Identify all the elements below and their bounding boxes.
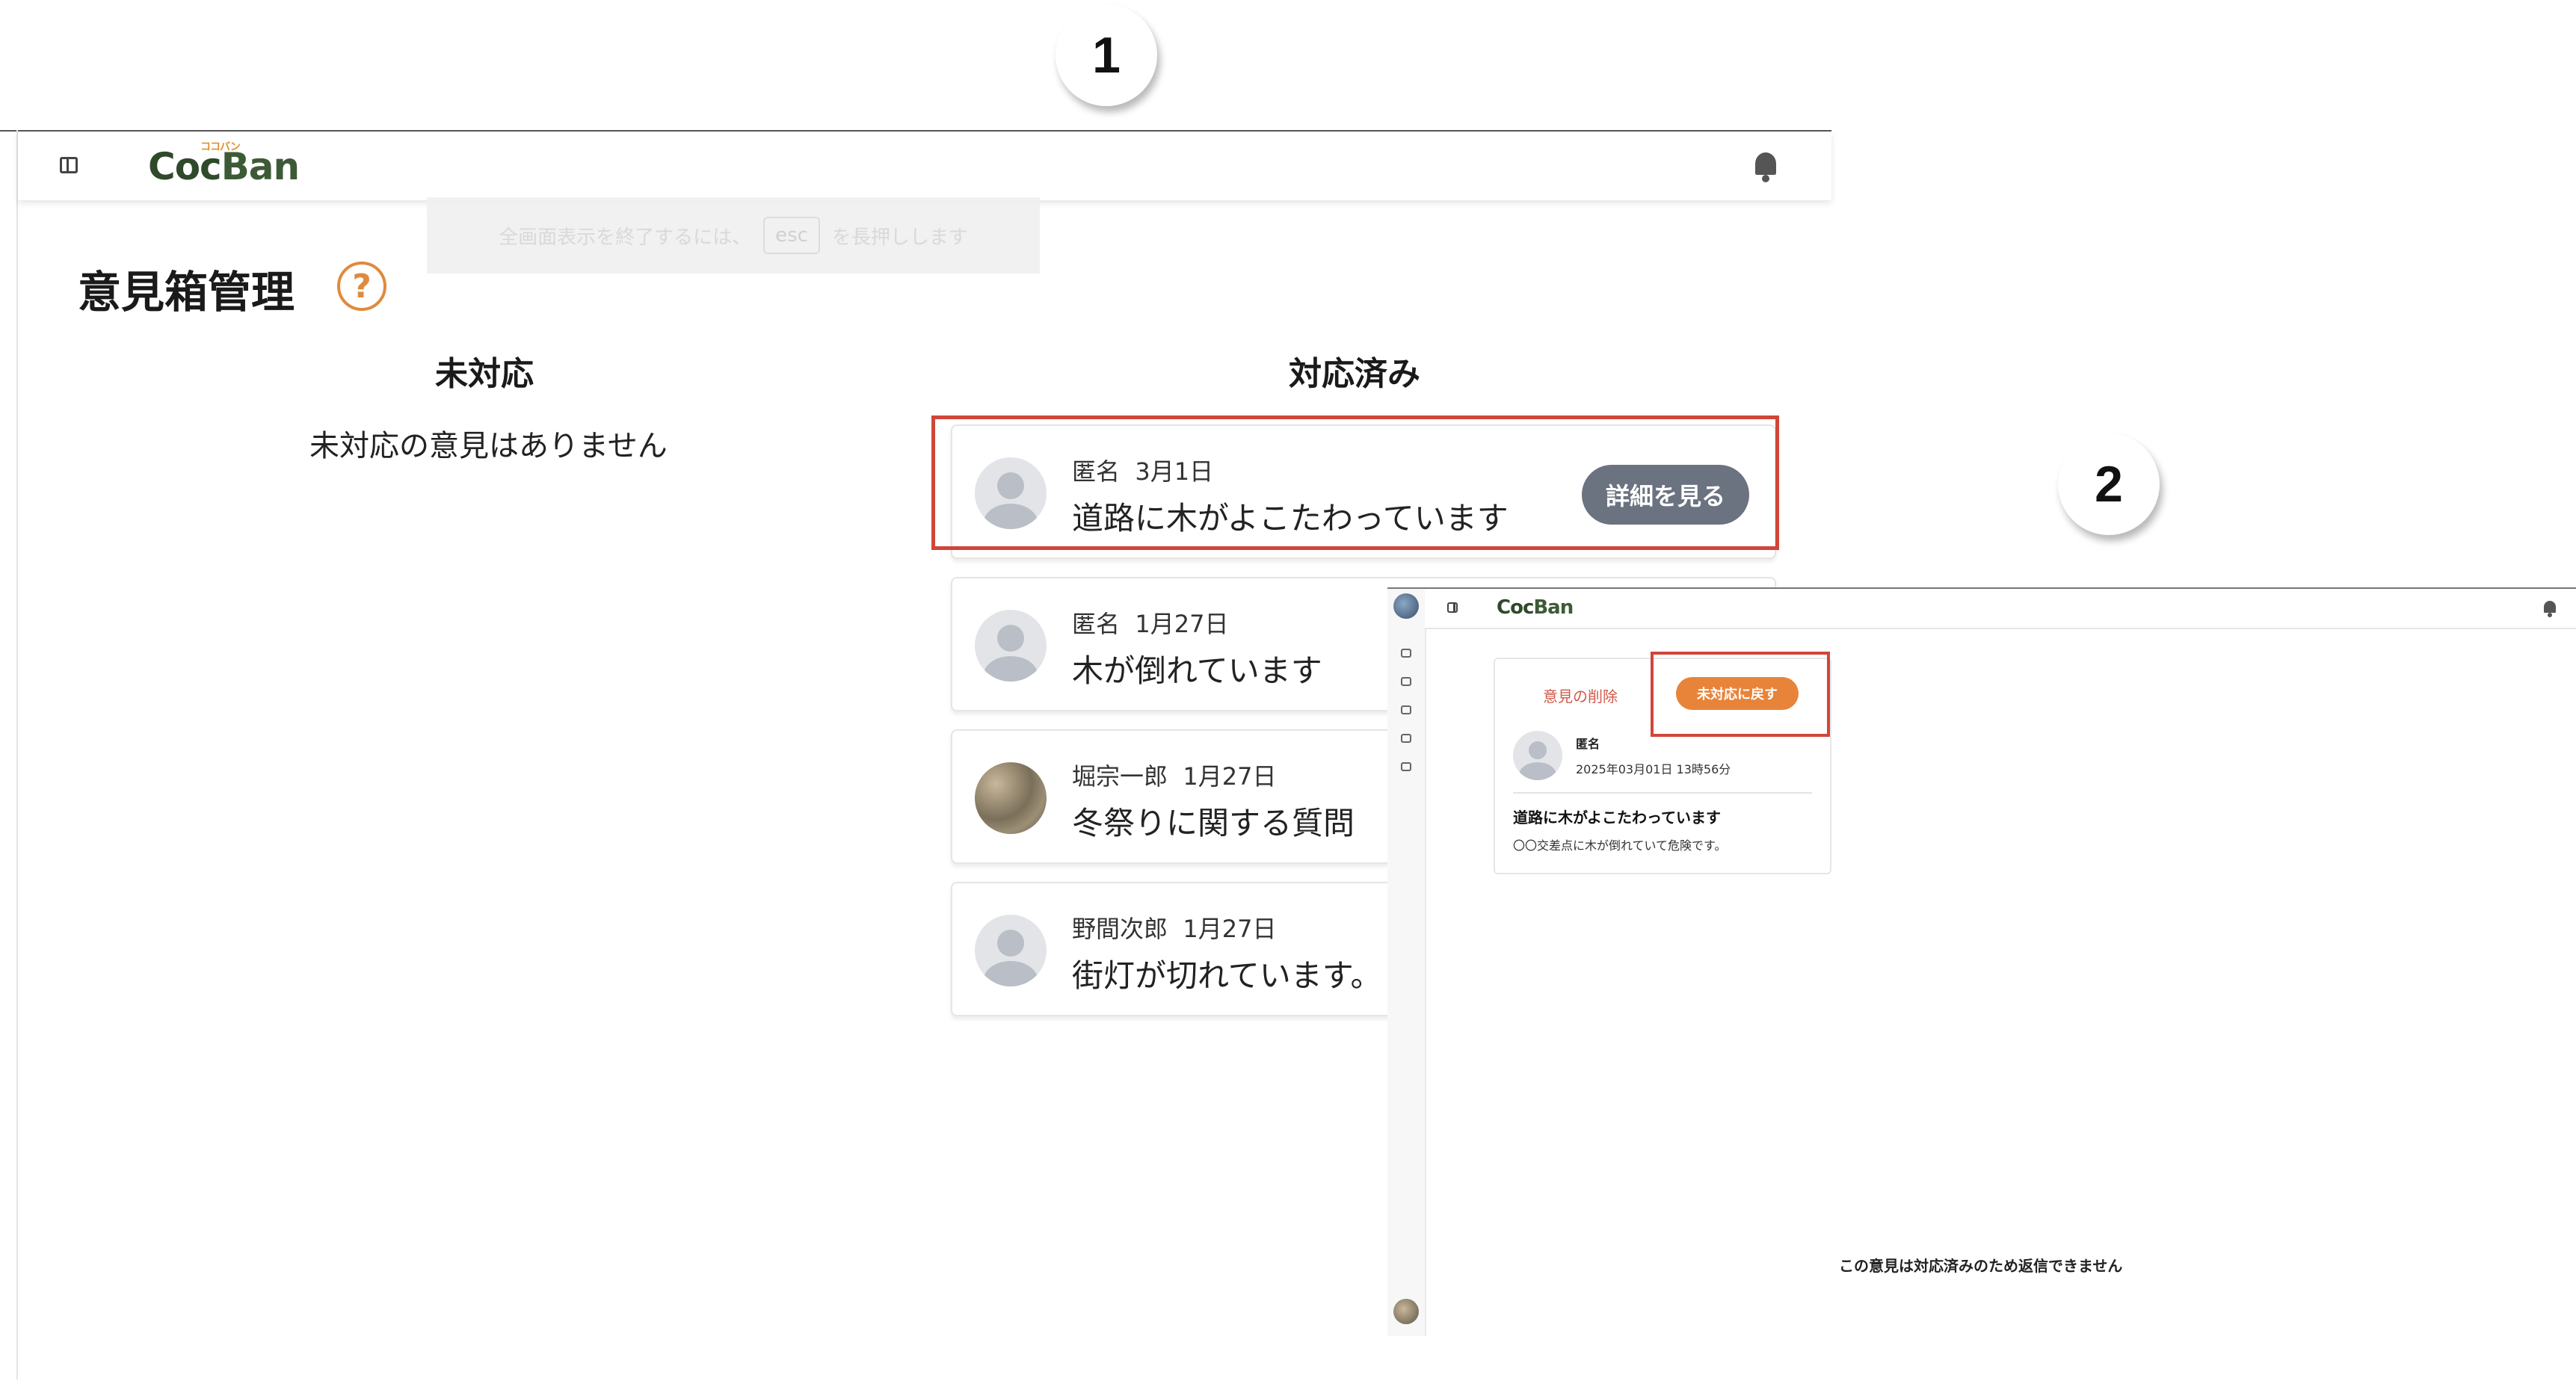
user-avatar[interactable]	[1393, 593, 1419, 619]
card-author: 野間次郎	[1072, 915, 1168, 943]
detail-body: 〇〇交差点に木が倒れていて危険です。	[1513, 838, 1727, 853]
icon-sidebar	[1387, 589, 1426, 1336]
highlight-box-revert	[1651, 652, 1830, 737]
bell-icon[interactable]	[1751, 149, 1781, 182]
card-subject: 木が倒れています	[1072, 652, 1322, 689]
sidebar-toggle-icon[interactable]	[60, 157, 78, 173]
cocoban-logo[interactable]: CocBan	[1497, 596, 1574, 619]
default-avatar-icon	[1513, 731, 1562, 780]
detail-datetime: 2025年03月01日 13時56分	[1576, 762, 1731, 776]
card-meta: 野間次郎 1月27日	[1072, 910, 1276, 945]
highlight-box-card	[931, 415, 1779, 550]
card-date: 1月27日	[1183, 762, 1277, 791]
card-author: 堀宗一郎	[1072, 762, 1168, 791]
app-header: ココバン CocBan	[18, 132, 1831, 200]
tag-icon[interactable]	[1401, 705, 1411, 714]
users-icon[interactable]	[1401, 649, 1411, 658]
card-meta: 匿名 1月27日	[1072, 605, 1228, 640]
pending-column-title: 未対応	[435, 355, 534, 393]
sidebar-edge	[16, 130, 18, 1380]
delete-opinion-link[interactable]: 意見の削除	[1543, 685, 1618, 706]
card-meta: 堀宗一郎 1月27日	[1072, 758, 1276, 792]
cocoban-logo[interactable]: ココバン CocBan	[148, 141, 300, 188]
step-marker-1: 1	[1056, 4, 1157, 106]
divider	[1513, 792, 1812, 794]
esc-key-label: esc	[763, 217, 820, 254]
app-header: CocBan	[1425, 589, 2576, 629]
bell-icon[interactable]	[2542, 599, 2558, 617]
groups-icon[interactable]	[1401, 677, 1411, 686]
step-marker-2: 2	[2058, 433, 2160, 535]
no-reply-notice: この意見は対応済みのため返信できません	[1839, 1257, 2123, 1275]
card-subject: 冬祭りに関する質問	[1072, 805, 1355, 841]
screenshot-opinion-detail: CocBan 意見の削除 未対応に戻す 匿名 2025年03月01日 13時56…	[1387, 587, 2576, 1381]
logo-text-ban: Ban	[1533, 596, 1574, 619]
help-icon[interactable]: ?	[337, 262, 386, 311]
user-photo-avatar	[975, 762, 1047, 834]
inbox-icon[interactable]	[1401, 734, 1411, 743]
card-subject: 街灯が切れています。	[1072, 957, 1382, 994]
account-avatar[interactable]	[1393, 1299, 1419, 1324]
sidebar-toggle-icon[interactable]	[1447, 602, 1458, 613]
detail-subject: 道路に木がよこたわっています	[1513, 809, 1721, 827]
detail-author: 匿名	[1576, 737, 1600, 751]
hint-text-before: 全画面表示を終了するには、	[499, 226, 752, 249]
default-avatar-icon	[975, 915, 1047, 986]
pending-empty-message: 未対応の意見はありません	[309, 429, 668, 463]
card-date: 1月27日	[1183, 915, 1277, 943]
hint-text-after: を長押しします	[831, 226, 968, 249]
logo-kana: ココバン	[200, 141, 241, 153]
card-date: 1月27日	[1135, 610, 1229, 638]
default-avatar-icon	[975, 610, 1047, 682]
logo-text: Coc	[1497, 596, 1534, 619]
card-author: 匿名	[1072, 610, 1121, 638]
page-title: 意見箱管理	[78, 267, 295, 318]
done-column-title: 対応済み	[1289, 355, 1420, 393]
badge-icon[interactable]	[1401, 762, 1411, 771]
fullscreen-exit-hint: 全画面表示を終了するには、 esc を長押しします	[427, 197, 1040, 274]
